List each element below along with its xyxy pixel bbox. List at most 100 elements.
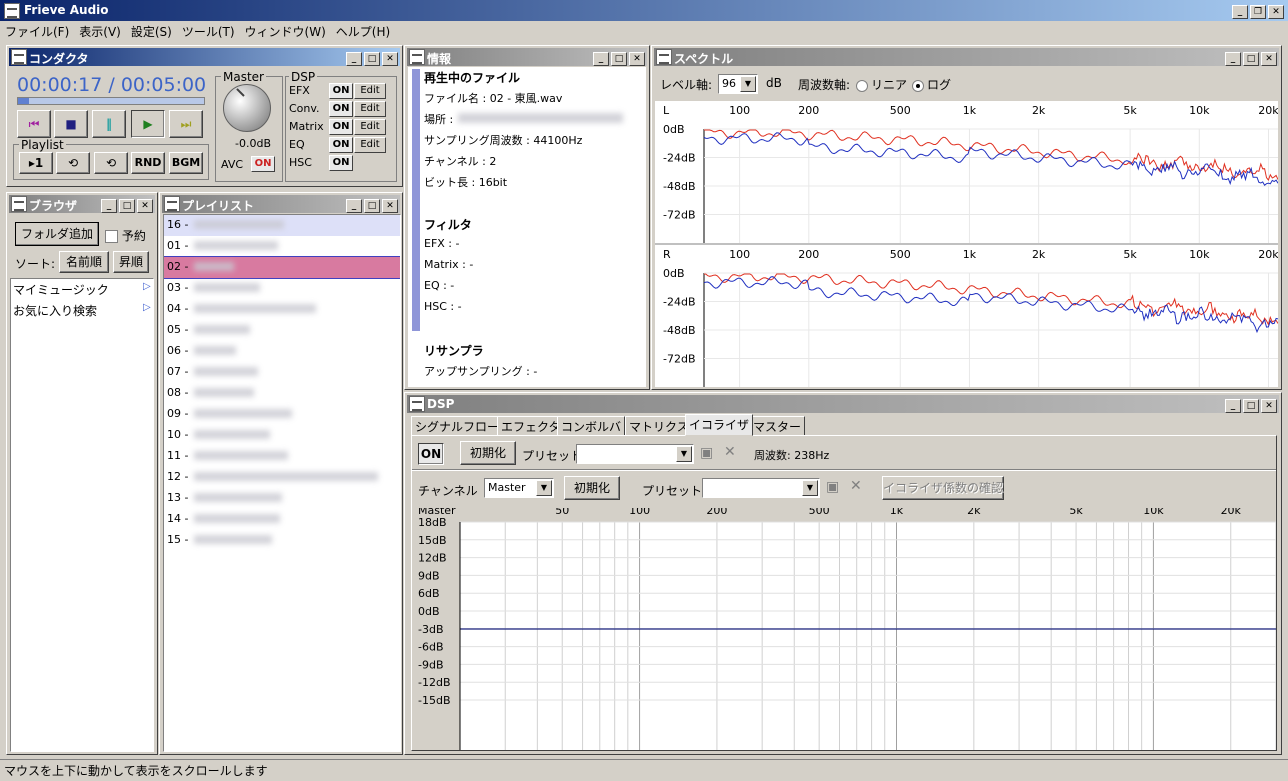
- playlist-row[interactable]: 04 -: [164, 299, 400, 320]
- menu-item[interactable]: ウィンドウ(W): [240, 21, 331, 42]
- level-axis-select[interactable]: 96 ▼: [718, 74, 758, 94]
- log-radio[interactable]: ログ: [912, 76, 951, 93]
- eq-on-toggle[interactable]: ON: [418, 443, 444, 465]
- menu-item[interactable]: 表示(V): [74, 21, 126, 42]
- panel-maximize-button[interactable]: □: [1243, 399, 1259, 413]
- panel-minimize-button[interactable]: _: [1225, 399, 1241, 413]
- dsp-tab[interactable]: エフェクタ: [497, 416, 565, 436]
- menu-item[interactable]: 設定(S): [126, 21, 177, 42]
- eq-init-button[interactable]: 初期化: [460, 441, 516, 465]
- eq-channel-select[interactable]: Master ▼: [484, 478, 554, 498]
- dsp-tab[interactable]: コンボルバ: [557, 416, 625, 436]
- panel-maximize-button[interactable]: □: [364, 199, 380, 213]
- close-button[interactable]: ✕: [1268, 5, 1284, 19]
- spectrum-titlebar: スペクトル _ □ ✕: [654, 48, 1279, 66]
- playlist-row[interactable]: 07 -: [164, 362, 400, 383]
- dsp-tab[interactable]: マスター: [749, 416, 805, 436]
- playlist-row[interactable]: 12 -: [164, 467, 400, 488]
- dsp-row-toggle[interactable]: ON: [329, 155, 353, 171]
- reserve-checkbox[interactable]: 予約: [105, 227, 146, 244]
- dsp-row-edit-button[interactable]: Edit: [354, 83, 386, 99]
- dsp-row-toggle[interactable]: ON: [329, 83, 353, 99]
- info-title: 情報: [427, 50, 451, 67]
- dsp-row-edit-button[interactable]: Edit: [354, 101, 386, 117]
- panel-minimize-button[interactable]: _: [346, 199, 362, 213]
- dsp-tab[interactable]: イコライザ: [685, 414, 753, 436]
- next-button[interactable]: ⏭: [169, 110, 203, 138]
- dsp-row-toggle[interactable]: ON: [329, 119, 353, 135]
- restore-button[interactable]: ❐: [1250, 5, 1266, 19]
- dsp-row-toggle[interactable]: ON: [329, 101, 353, 117]
- panel-close-button[interactable]: ✕: [382, 199, 398, 213]
- menu-item[interactable]: ツール(T): [177, 21, 240, 42]
- repeat-button[interactable]: ⟲: [56, 152, 90, 174]
- eq-preset-select[interactable]: ▼: [576, 444, 694, 464]
- panel-minimize-button[interactable]: _: [593, 52, 609, 66]
- playlist-row[interactable]: 06 -: [164, 341, 400, 362]
- playlist-row[interactable]: 15 -: [164, 530, 400, 551]
- playlist-row[interactable]: 01 -: [164, 236, 400, 257]
- panel-minimize-button[interactable]: _: [101, 199, 117, 213]
- save-icon[interactable]: ▣: [826, 479, 839, 495]
- playlist-row[interactable]: 11 -: [164, 446, 400, 467]
- bgm-button[interactable]: BGM: [169, 152, 203, 174]
- stop-button[interactable]: ■: [54, 110, 88, 138]
- dsp-tab[interactable]: シグナルフロー: [411, 416, 503, 436]
- playlist-row[interactable]: 16 -: [164, 215, 400, 236]
- panel-close-button[interactable]: ✕: [382, 52, 398, 66]
- panel-maximize-button[interactable]: □: [119, 199, 135, 213]
- chevron-down-icon: ▼: [802, 480, 818, 496]
- add-folder-button[interactable]: フォルダ追加: [15, 222, 99, 246]
- playlist-row[interactable]: 03 -: [164, 278, 400, 299]
- seek-bar[interactable]: [17, 97, 205, 105]
- play-one-button[interactable]: ▸1: [19, 152, 53, 174]
- play-button[interactable]: ▶: [131, 110, 165, 138]
- dsp-row-edit-button[interactable]: Edit: [354, 137, 386, 153]
- prev-button[interactable]: ⏮: [17, 110, 51, 138]
- delete-icon[interactable]: ✕: [724, 444, 736, 460]
- playlist-row[interactable]: 02 -: [164, 257, 400, 278]
- playlist-row[interactable]: 08 -: [164, 383, 400, 404]
- avc-toggle[interactable]: ON: [251, 156, 275, 172]
- chevron-down-icon: ▼: [740, 76, 756, 92]
- dsp-tab[interactable]: マトリクス: [625, 416, 693, 436]
- eq-preset-select-2[interactable]: ▼: [702, 478, 820, 498]
- menu-item[interactable]: ファイル(F): [0, 21, 74, 42]
- eq-confirm-button[interactable]: イコライザ係数の確認: [882, 476, 1004, 500]
- repeat-one-button[interactable]: ⟲: [94, 152, 128, 174]
- linear-radio[interactable]: リニア: [856, 76, 907, 93]
- panel-close-button[interactable]: ✕: [1261, 52, 1277, 66]
- panel-maximize-button[interactable]: □: [364, 52, 380, 66]
- eq-graph-area: Master 50 100 200 500 1k 2k 5k 10k 20k 18dB 15dB 12d…: [412, 508, 1276, 750]
- menu-bar: ファイル(F) 表示(V) 設定(S) ツール(T) ウィンドウ(W) ヘルプ(H): [0, 21, 1288, 41]
- playlist-row[interactable]: 09 -: [164, 404, 400, 425]
- panel-close-button[interactable]: ✕: [137, 199, 153, 213]
- browser-item-my-music[interactable]: マイミュージック: [13, 281, 109, 298]
- menu-item[interactable]: ヘルプ(H): [331, 21, 395, 42]
- panel-icon: [409, 49, 425, 65]
- delete-icon[interactable]: ✕: [850, 478, 862, 494]
- pause-button[interactable]: ‖: [92, 110, 126, 138]
- playlist-row[interactable]: 10 -: [164, 425, 400, 446]
- volume-knob[interactable]: [223, 84, 271, 132]
- browser-item-favorites[interactable]: お気に入り検索: [13, 302, 97, 319]
- eq-graph[interactable]: Master 50 100 200 500 1k 2k 5k 10k 20k18dB15dB12d…: [412, 508, 1276, 750]
- eq-init-button-2[interactable]: 初期化: [564, 476, 620, 500]
- panel-maximize-button[interactable]: □: [1243, 52, 1259, 66]
- panel-close-button[interactable]: ✕: [1261, 399, 1277, 413]
- playlist-row-number: 10 -: [167, 428, 188, 441]
- panel-minimize-button[interactable]: _: [1225, 52, 1241, 66]
- playlist-row[interactable]: 13 -: [164, 488, 400, 509]
- save-icon[interactable]: ▣: [700, 445, 713, 461]
- random-button[interactable]: RND: [131, 152, 165, 174]
- minimize-button[interactable]: _: [1232, 5, 1248, 19]
- playlist-row[interactable]: 05 -: [164, 320, 400, 341]
- panel-close-button[interactable]: ✕: [629, 52, 645, 66]
- playlist-row[interactable]: 14 -: [164, 509, 400, 530]
- panel-minimize-button[interactable]: _: [346, 52, 362, 66]
- sort-order-button[interactable]: 昇順: [113, 251, 149, 273]
- dsp-row-toggle[interactable]: ON: [329, 137, 353, 153]
- dsp-row-edit-button[interactable]: Edit: [354, 119, 386, 135]
- panel-maximize-button[interactable]: □: [611, 52, 627, 66]
- sort-name-button[interactable]: 名前順: [59, 251, 109, 273]
